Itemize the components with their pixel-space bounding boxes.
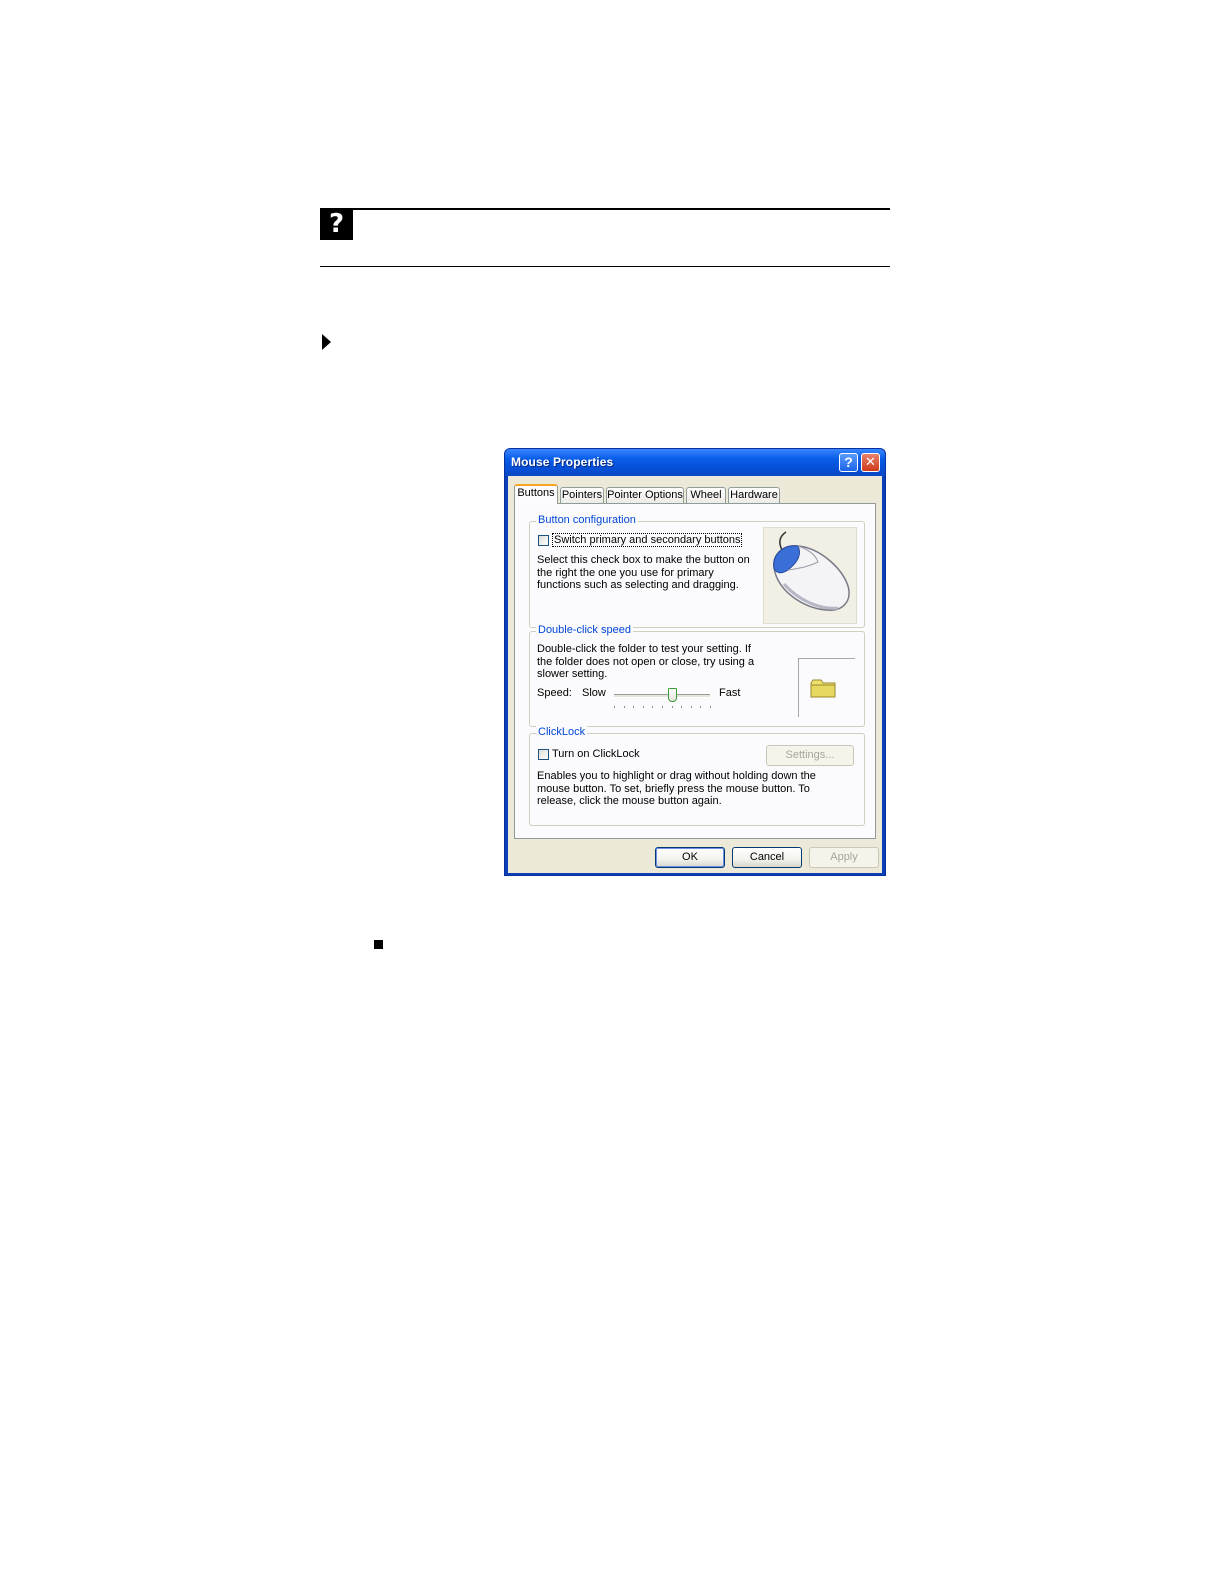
tab-pointer-options[interactable]: Pointer Options [606,487,684,503]
callout-top-rule [320,208,890,210]
slider-tick [623,706,625,708]
help-callout: ? [320,208,890,268]
double-click-speed-group: Double-click speed Double-click the fold… [529,624,865,727]
buttons-tab-panel: Button configuration Switch primary and … [514,503,876,839]
callout-bottom-rule [320,266,890,267]
double-click-speed-slider[interactable] [614,684,711,712]
slider-thumb[interactable] [667,688,677,702]
slider-tick [633,706,635,708]
switch-buttons-text: Switch primary and secondary buttons [552,533,743,547]
double-click-description: Double-click the folder to test your set… [537,643,755,680]
ok-button[interactable]: OK [655,847,725,868]
button-configuration-label: Button configuration [536,514,638,526]
slider-tick [700,706,702,708]
tab-pointers[interactable]: Pointers [560,487,604,503]
switch-buttons-label[interactable]: Switch primary and secondary buttons [552,533,743,547]
tab-buttons[interactable]: Buttons [514,484,558,504]
folder-icon [810,679,836,698]
clicklock-label: ClickLock [536,726,588,738]
end-square-icon [374,940,383,949]
slider-track [614,694,710,698]
slider-tick [614,706,615,708]
speed-label: Speed: [537,687,572,699]
slider-tick [690,706,692,708]
cancel-button[interactable]: Cancel [732,847,802,868]
slider-tick [642,706,644,708]
turn-on-clicklock-checkbox[interactable] [538,749,549,760]
slider-tick [710,706,711,708]
close-button[interactable]: ✕ [861,453,880,472]
procedure-arrow-icon [322,334,331,350]
slider-tick [681,706,683,708]
help-button[interactable]: ? [839,453,858,472]
title-bar[interactable]: Mouse Properties ? ✕ [505,449,885,476]
fast-label: Fast [719,687,741,699]
mouse-properties-dialog: Mouse Properties ? ✕ Buttons Pointers Po… [504,448,886,876]
clicklock-group: ClickLock Turn on ClickLock Settings... … [529,726,865,826]
dialog-client-area: Buttons Pointers Pointer Options Wheel H… [508,476,882,873]
apply-button[interactable]: Apply [809,847,879,868]
slider-tick [671,706,673,708]
clicklock-settings-button[interactable]: Settings... [766,745,854,766]
button-configuration-description: Select this check box to make the button… [537,554,750,591]
clicklock-description: Enables you to highlight or drag without… [537,770,816,807]
mouse-illustration [763,527,857,624]
button-configuration-group: Button configuration Switch primary and … [529,514,865,628]
tab-wheel[interactable]: Wheel [686,487,726,503]
tab-hardware[interactable]: Hardware [728,487,780,503]
double-click-speed-label: Double-click speed [536,624,633,636]
dialog-title: Mouse Properties [511,455,614,469]
slider-tick [652,706,654,708]
test-folder-area[interactable] [798,658,855,717]
slider-tick [662,706,663,708]
mouse-icon [773,531,850,611]
slow-label: Slow [582,687,606,699]
switch-buttons-checkbox[interactable] [538,535,549,546]
turn-on-clicklock-label[interactable]: Turn on ClickLock [552,748,640,761]
question-mark-icon: ? [320,209,353,240]
